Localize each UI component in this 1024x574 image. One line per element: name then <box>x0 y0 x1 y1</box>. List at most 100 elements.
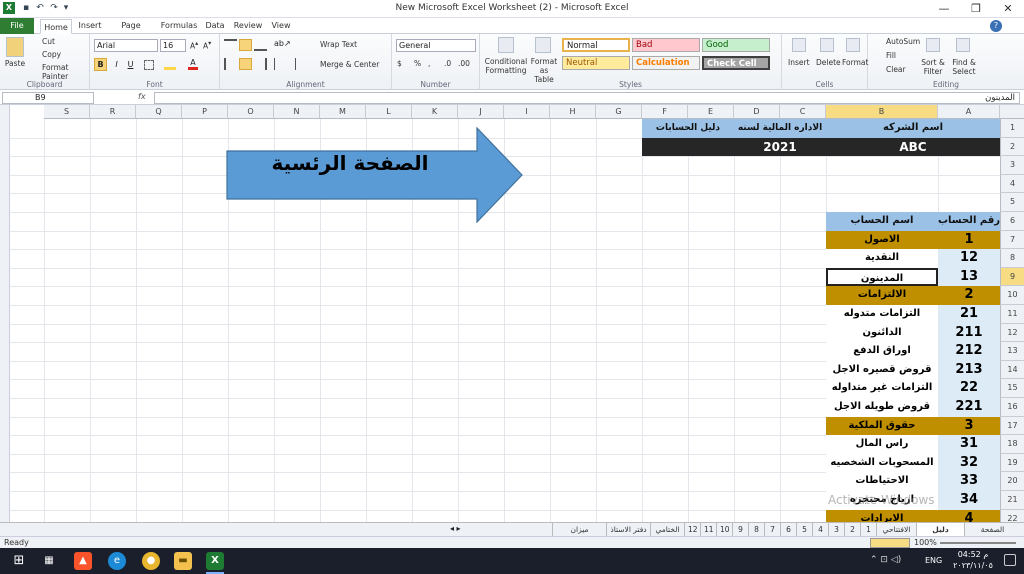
sheet-tab[interactable]: 5 <box>796 523 812 536</box>
account-number-cell[interactable]: 3 <box>938 416 1000 436</box>
sheet-tab[interactable]: ميزان المراجعة <box>552 523 606 547</box>
tab-home[interactable]: Home <box>40 19 72 34</box>
help-icon[interactable]: ? <box>990 20 1002 32</box>
column-header-r[interactable]: R <box>90 105 136 119</box>
zoom-level[interactable]: 100% <box>914 538 937 547</box>
row-header-13[interactable]: 13 <box>1000 342 1024 361</box>
sheet-tab[interactable]: دليل الحسابات <box>916 523 964 547</box>
zoom-slider[interactable] <box>940 542 1016 544</box>
brave-icon[interactable]: ▲ <box>74 552 92 570</box>
account-name-cell[interactable]: الدائنون <box>826 323 938 343</box>
page-layout-view-icons[interactable] <box>870 538 910 548</box>
column-header-i[interactable]: I <box>504 105 550 119</box>
column-header-n[interactable]: N <box>274 105 320 119</box>
copy-button[interactable]: Copy <box>32 50 61 59</box>
year-value-cell[interactable]: 2021 <box>734 137 826 157</box>
merge-center-button[interactable]: Merge & Center <box>306 60 379 69</box>
arrow-body[interactable] <box>226 127 523 223</box>
conditional-formatting-button[interactable]: Conditional Formatting <box>483 57 529 75</box>
row-header-8[interactable]: 8 <box>1000 249 1024 268</box>
font-size-select[interactable]: 16 <box>160 39 186 52</box>
restore-button[interactable]: ❐ <box>960 0 992 18</box>
edge-icon[interactable]: e <box>108 552 126 570</box>
account-name-cell[interactable]: التزامات غير متداوله <box>826 379 938 398</box>
sort-filter-button[interactable]: Sort & Filter <box>920 58 946 76</box>
currency-button[interactable]: $ <box>397 59 402 68</box>
company-value-cell[interactable]: ABC <box>826 137 1000 157</box>
style-neutral[interactable]: Neutral <box>562 56 630 70</box>
column-header-f[interactable]: F <box>642 105 688 119</box>
column-header-m[interactable]: M <box>320 105 366 119</box>
chrome-icon[interactable]: ● <box>142 552 160 570</box>
align-right-icon[interactable] <box>254 58 267 70</box>
autosum-button[interactable]: AutoSum <box>874 37 920 46</box>
row2-dark-fill[interactable] <box>642 137 734 157</box>
minimize-button[interactable]: — <box>928 0 960 18</box>
number-format-select[interactable]: General <box>396 39 476 52</box>
row-header-19[interactable]: 19 <box>1000 453 1024 473</box>
account-number-cell[interactable]: 1 <box>938 230 1000 250</box>
column-header-g[interactable]: G <box>596 105 642 119</box>
row-header-5[interactable]: 5 <box>1000 193 1024 212</box>
close-button[interactable]: ✕ <box>992 0 1024 18</box>
delete-cells-button[interactable]: Delete <box>816 58 841 67</box>
style-good[interactable]: Good <box>702 38 770 52</box>
align-middle-icon[interactable] <box>239 39 252 51</box>
account-number-cell[interactable]: 32 <box>938 453 1000 473</box>
style-calculation[interactable]: Calculation <box>632 56 700 70</box>
sheet-tab[interactable]: 10 <box>716 523 732 536</box>
format-as-table-icon[interactable] <box>535 37 551 53</box>
tab-insert[interactable]: Insert <box>76 18 104 34</box>
notification-icon[interactable] <box>1004 554 1016 566</box>
decrease-indent-icon[interactable] <box>274 58 284 70</box>
account-number-cell[interactable]: 31 <box>938 435 1000 454</box>
column-header-l[interactable]: L <box>366 105 412 119</box>
delete-cells-icon[interactable] <box>820 38 834 52</box>
sheet-tab[interactable]: الافتتاحي <box>876 523 916 536</box>
account-name-cell[interactable]: راس المال <box>826 435 938 454</box>
tab-file[interactable]: File <box>0 18 34 34</box>
account-name-cell[interactable]: اوراق الدفع <box>826 342 938 361</box>
find-select-button[interactable]: Find & Select <box>950 58 978 76</box>
conditional-formatting-icon[interactable] <box>498 37 514 53</box>
account-number-header[interactable]: رقم الحساب <box>938 212 1000 231</box>
tab-formulas[interactable]: Formulas <box>160 18 198 34</box>
language-indicator[interactable]: ENG <box>925 556 942 565</box>
file-explorer-icon[interactable]: ▬ <box>174 552 192 570</box>
increase-decimal-icon[interactable]: .0 <box>444 59 451 68</box>
wrap-text-button[interactable]: Wrap Text <box>306 40 357 49</box>
column-header-c[interactable]: C <box>780 105 826 119</box>
account-number-cell[interactable]: 22 <box>938 379 1000 398</box>
row-header-6[interactable]: 6 <box>1000 212 1024 231</box>
fill-button[interactable]: Fill <box>874 51 896 60</box>
tab-data[interactable]: Data <box>202 18 228 34</box>
align-bottom-icon[interactable] <box>254 39 267 51</box>
sheet-tab[interactable]: 11 <box>700 523 716 536</box>
insert-cells-icon[interactable] <box>792 38 806 52</box>
column-header-k[interactable]: K <box>412 105 458 119</box>
account-name-cell[interactable]: حقوق الملكية <box>826 416 938 436</box>
sheet-tab[interactable]: 7 <box>764 523 780 536</box>
align-left-icon[interactable] <box>224 58 237 70</box>
account-number-cell[interactable]: 213 <box>938 360 1000 380</box>
italic-button[interactable]: I <box>110 58 123 71</box>
selected-cell-b9[interactable]: المدينون <box>826 267 938 287</box>
row-header-4[interactable]: 4 <box>1000 174 1024 194</box>
cut-button[interactable]: Cut <box>32 37 55 46</box>
row-header-17[interactable]: 17 <box>1000 416 1024 436</box>
account-number-cell[interactable]: 12 <box>938 249 1000 268</box>
account-number-cell[interactable]: 33 <box>938 472 1000 491</box>
format-cells-button[interactable]: Format <box>842 58 868 67</box>
increase-indent-icon[interactable] <box>286 58 296 70</box>
clear-button[interactable]: Clear <box>874 65 906 74</box>
row-header-7[interactable]: 7 <box>1000 230 1024 250</box>
bold-button[interactable]: B <box>94 58 107 71</box>
orientation-icon[interactable]: ab↗ <box>274 39 291 51</box>
underline-button[interactable]: U <box>124 58 137 71</box>
formula-input[interactable]: المدينون <box>154 92 1020 104</box>
worksheet-grid[interactable]: A B C D E F G H I J K L M N O P Q R S 1 2 3 4 5 6 7 8 9 10 11 12 13 14 15… <box>0 105 1024 536</box>
paste-icon[interactable] <box>6 37 24 57</box>
account-name-cell[interactable]: الالتزامات <box>826 286 938 305</box>
account-name-cell[interactable]: الاصول <box>826 230 938 250</box>
home-arrow-shape[interactable] <box>225 127 525 223</box>
